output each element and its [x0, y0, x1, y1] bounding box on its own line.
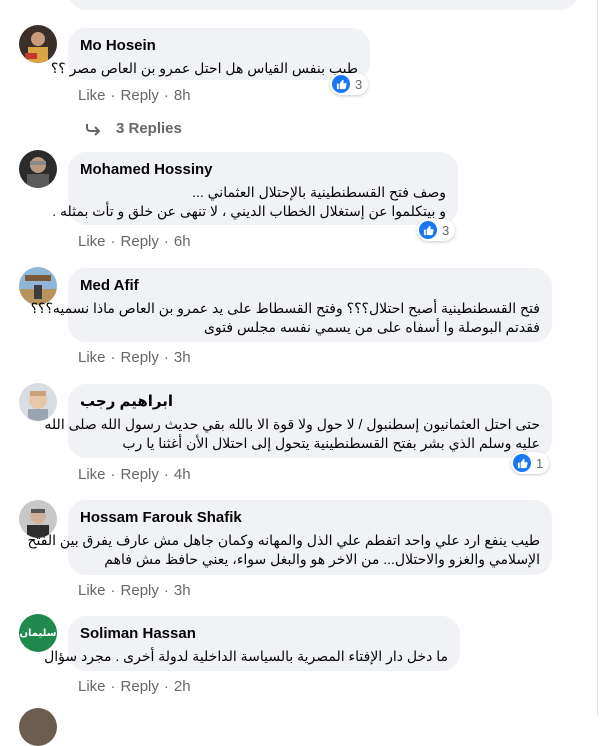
comment-timestamp[interactable]: 8h [174, 87, 191, 104]
like-button[interactable]: Like [78, 678, 106, 695]
like-button[interactable]: Like [78, 233, 106, 250]
avatar[interactable] [19, 150, 57, 188]
comment-bubble: Soliman Hassan ما دخل دار الإفتاء المصري… [44, 616, 460, 671]
comment-author[interactable]: Med Afif [80, 276, 540, 296]
comment-actions: Like · Reply · 3h [78, 349, 191, 366]
reply-button[interactable]: Reply [121, 466, 159, 483]
comment-bubble: Hossam Farouk Shafik طيب ينفع ارد علي وا… [27, 500, 552, 575]
comment-timestamp[interactable]: 3h [174, 349, 191, 366]
comment-text: حتى احتل العثمانيون إسطنبول / لا حول ولا… [44, 416, 540, 451]
reply-button[interactable]: Reply [121, 233, 159, 250]
avatar-logo-text: سليمان [19, 627, 57, 639]
comment-bubble: Mohamed Hossiny وصف فتح القسطنطينية بالإ… [52, 152, 458, 225]
comment-actions: Like · Reply · 4h [78, 466, 191, 483]
comment-timestamp[interactable]: 2h [174, 678, 191, 695]
like-button[interactable]: Like [78, 466, 106, 483]
reply-arrow-icon [86, 123, 101, 136]
next-comment-avatar[interactable] [19, 708, 57, 746]
like-reaction-icon [513, 454, 531, 472]
reply-button[interactable]: Reply [121, 87, 159, 104]
comment-text: طيب بنفس القياس هل احتل عمرو بن العاص مص… [50, 60, 358, 76]
like-button[interactable]: Like [78, 582, 106, 599]
comment-bubble: Mo Hosein طيب بنفس القياس هل احتل عمرو ب… [50, 28, 370, 80]
reaction-count[interactable]: 3 [330, 73, 369, 95]
comment-author[interactable]: Mo Hosein [80, 36, 358, 56]
like-reaction-icon [332, 75, 350, 93]
comment-timestamp[interactable]: 6h [174, 233, 191, 250]
comment-text: فتح القسطنطينية أصبح احتلال؟؟؟ وفتح القس… [30, 300, 540, 335]
reply-button[interactable]: Reply [121, 678, 159, 695]
like-button[interactable]: Like [78, 349, 106, 366]
comment-author[interactable]: Mohamed Hossiny [80, 160, 446, 180]
comment-actions: Like · Reply · 6h [78, 233, 191, 250]
comment-text: ما دخل دار الإفتاء المصرية بالسياسة الدا… [44, 648, 448, 664]
comment-actions: Like · Reply · 2h [78, 678, 191, 695]
reply-button[interactable]: Reply [121, 349, 159, 366]
reply-button[interactable]: Reply [121, 582, 159, 599]
like-button[interactable]: Like [78, 87, 106, 104]
comment-actions: Like · Reply · 8h [78, 87, 191, 104]
comment-text: وصف فتح القسطنطينية بالإحتلال العثماني .… [52, 184, 446, 219]
comment-bubble: ابراهيم رجب حتى احتل العثمانيون إسطنبول … [44, 384, 552, 458]
comment-author[interactable]: Soliman Hassan [80, 624, 448, 644]
comment-timestamp[interactable]: 3h [174, 582, 191, 599]
comment-author[interactable]: Hossam Farouk Shafik [80, 508, 540, 528]
reaction-count[interactable]: 1 [511, 452, 550, 474]
avatar[interactable] [19, 25, 57, 63]
previous-comment-bubble [68, 0, 578, 10]
reaction-count[interactable]: 3 [417, 219, 456, 241]
panel-border [597, 0, 598, 717]
comment-text: طيب ينفع ارد علي واحد اتفطم علي الذل وال… [27, 532, 541, 567]
comment-bubble: Med Afif فتح القسطنطينية أصبح احتلال؟؟؟ … [30, 268, 552, 342]
comment-actions: Like · Reply · 3h [78, 582, 191, 599]
comment-timestamp[interactable]: 4h [174, 466, 191, 483]
like-reaction-icon [419, 221, 437, 239]
replies-label: 3 Replies [116, 120, 182, 137]
view-replies-link[interactable]: 3 Replies [85, 120, 182, 137]
comment-author[interactable]: ابراهيم رجب [80, 392, 173, 412]
